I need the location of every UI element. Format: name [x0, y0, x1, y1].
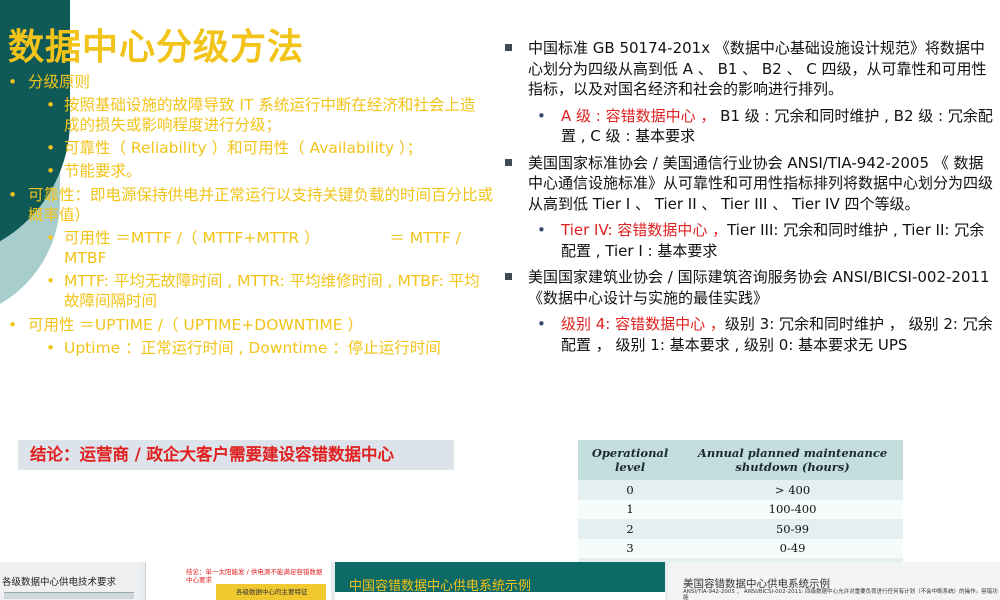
- right-column: 中国标准 GB 50174-201x 《数据中心基础设施设计规范》将数据中心划分…: [503, 38, 993, 361]
- slide-thumbnail-2[interactable]: 结论：单一太阳能发 / 供电源不能满足容错数据中心要求 各级数据中心的主要特征: [145, 562, 331, 600]
- bullet-bicsi-standard: 美国国家建筑业协会 / 国际建筑咨询服务协会 ANSI/BICSI-002-20…: [503, 267, 993, 308]
- maintenance-table: Operational level Annual planned mainten…: [578, 440, 903, 578]
- sub-bullet: 按照基础设施的故障导致 IT 系统运行中断在经济和社会上造成的损失或影响程度进行…: [0, 95, 500, 135]
- table-cell: 0-49: [682, 538, 903, 558]
- slide-thumbnail-3[interactable]: 中国容错数据中心供电系统示例: [335, 562, 665, 600]
- bullet-china-standard: 中国标准 GB 50174-201x 《数据中心基础设施设计规范》将数据中心划分…: [503, 38, 993, 100]
- sub-bullet: 可靠性（ Reliability ）和可用性（ Availability ）；: [0, 138, 500, 158]
- sub-bullet-china-levels: A 级 : 容错数据中心 ， B1 级 : 冗余和同时维护 , B2 级 : 冗…: [503, 106, 993, 147]
- thumbnail-subtitle: 各级数据中心的主要特征: [236, 588, 308, 596]
- table-row: 3 0-49: [578, 538, 903, 558]
- table-header-row: Operational level Annual planned mainten…: [578, 440, 903, 480]
- table-row: 1 100-400: [578, 499, 903, 519]
- conclusion-box: 结论：运营商 / 政企大客户需要建设容错数据中心: [18, 440, 454, 470]
- table-cell: 100-400: [682, 499, 903, 519]
- sub-bullet-bicsi-levels: 级别 4: 容错数据中心 ，级别 3: 冗余和同时维护 ， 级别 2: 冗余配置…: [503, 314, 993, 355]
- table-cell: 0: [578, 480, 683, 500]
- bullet-reliability: 可靠性：即电源保持供电并正常运行以支持关键负载的时间百分比或概率值）: [0, 185, 500, 225]
- slide-thumbnail-strip: 各级数据中心供电技术要求 结论：单一太阳能发 / 供电源不能满足容错数据中心要求…: [0, 562, 1000, 600]
- thumbnail-band: [335, 592, 665, 600]
- highlight-text: 级别 4: 容错数据中心 ，: [561, 315, 725, 333]
- table-cell: 1: [578, 499, 683, 519]
- table-cell: 50-99: [682, 519, 903, 539]
- slide-thumbnail-1[interactable]: 各级数据中心供电技术要求: [0, 562, 140, 600]
- column-header: Operational level: [578, 440, 683, 480]
- table-row: 0 > 400: [578, 480, 903, 500]
- bullet-availability: 可用性 ＝UPTIME /（ UPTIME+DOWNTIME ）: [0, 315, 500, 335]
- sub-bullet: 节能要求。: [0, 161, 500, 181]
- thumbnail-band: 各级数据中心的主要特征: [216, 584, 326, 600]
- highlight-text: A 级 : 容错数据中心 ，: [561, 106, 716, 125]
- bullet-grading-principle: 分级原则: [0, 72, 500, 92]
- slide: 数据中心分级方法 分级原则 按照基础设施的故障导致 IT 系统运行中断在经济和社…: [0, 0, 1000, 600]
- column-header: Annual planned maintenance shutdown (hou…: [682, 440, 903, 480]
- sub-bullet: 可用性 ＝MTTF /（ MTTF+MTTR ） ＝ MTTF / MTBF: [0, 228, 500, 268]
- thumbnail-title: 结论：单一太阳能发 / 供电源不能满足容错数据中心要求: [186, 568, 323, 584]
- table-cell: 2: [578, 519, 683, 539]
- sub-bullet: Uptime ：正常运行时间 , Downtime ：停止运行时间: [0, 338, 500, 358]
- slide-title: 数据中心分级方法: [8, 27, 305, 68]
- left-column: 分级原则 按照基础设施的故障导致 IT 系统运行中断在经济和社会上造成的损失或影…: [0, 68, 500, 358]
- highlight-text: Tier IV: 容错数据中心 ，: [561, 221, 728, 239]
- sub-bullet: MTTF: 平均无故障时间 , MTTR: 平均维修时间 , MTBF: 平均故…: [0, 271, 500, 311]
- table-row: 2 50-99: [578, 519, 903, 539]
- thumbnail-table-preview: [4, 592, 134, 599]
- table-cell: 3: [578, 538, 683, 558]
- table-cell: > 400: [682, 480, 903, 500]
- thumbnail-title: 各级数据中心供电技术要求: [2, 577, 117, 588]
- sub-bullet-tia-levels: Tier IV: 容错数据中心 ，Tier III: 冗余和同时维护 , Tie…: [503, 220, 993, 261]
- bullet-tia-standard: 美国国家标准协会 / 美国通信行业协会 ANSI/TIA-942-2005 《 …: [503, 153, 993, 215]
- slide-thumbnail-4[interactable]: 美国容错数据中心供电系统示例 ANSI/TIA-942-2005 、 ANSI/…: [668, 562, 1000, 600]
- thumbnail-subtitle: ANSI/TIA-942-2005 、 ANSI/BICSI-002-2011:…: [683, 589, 998, 600]
